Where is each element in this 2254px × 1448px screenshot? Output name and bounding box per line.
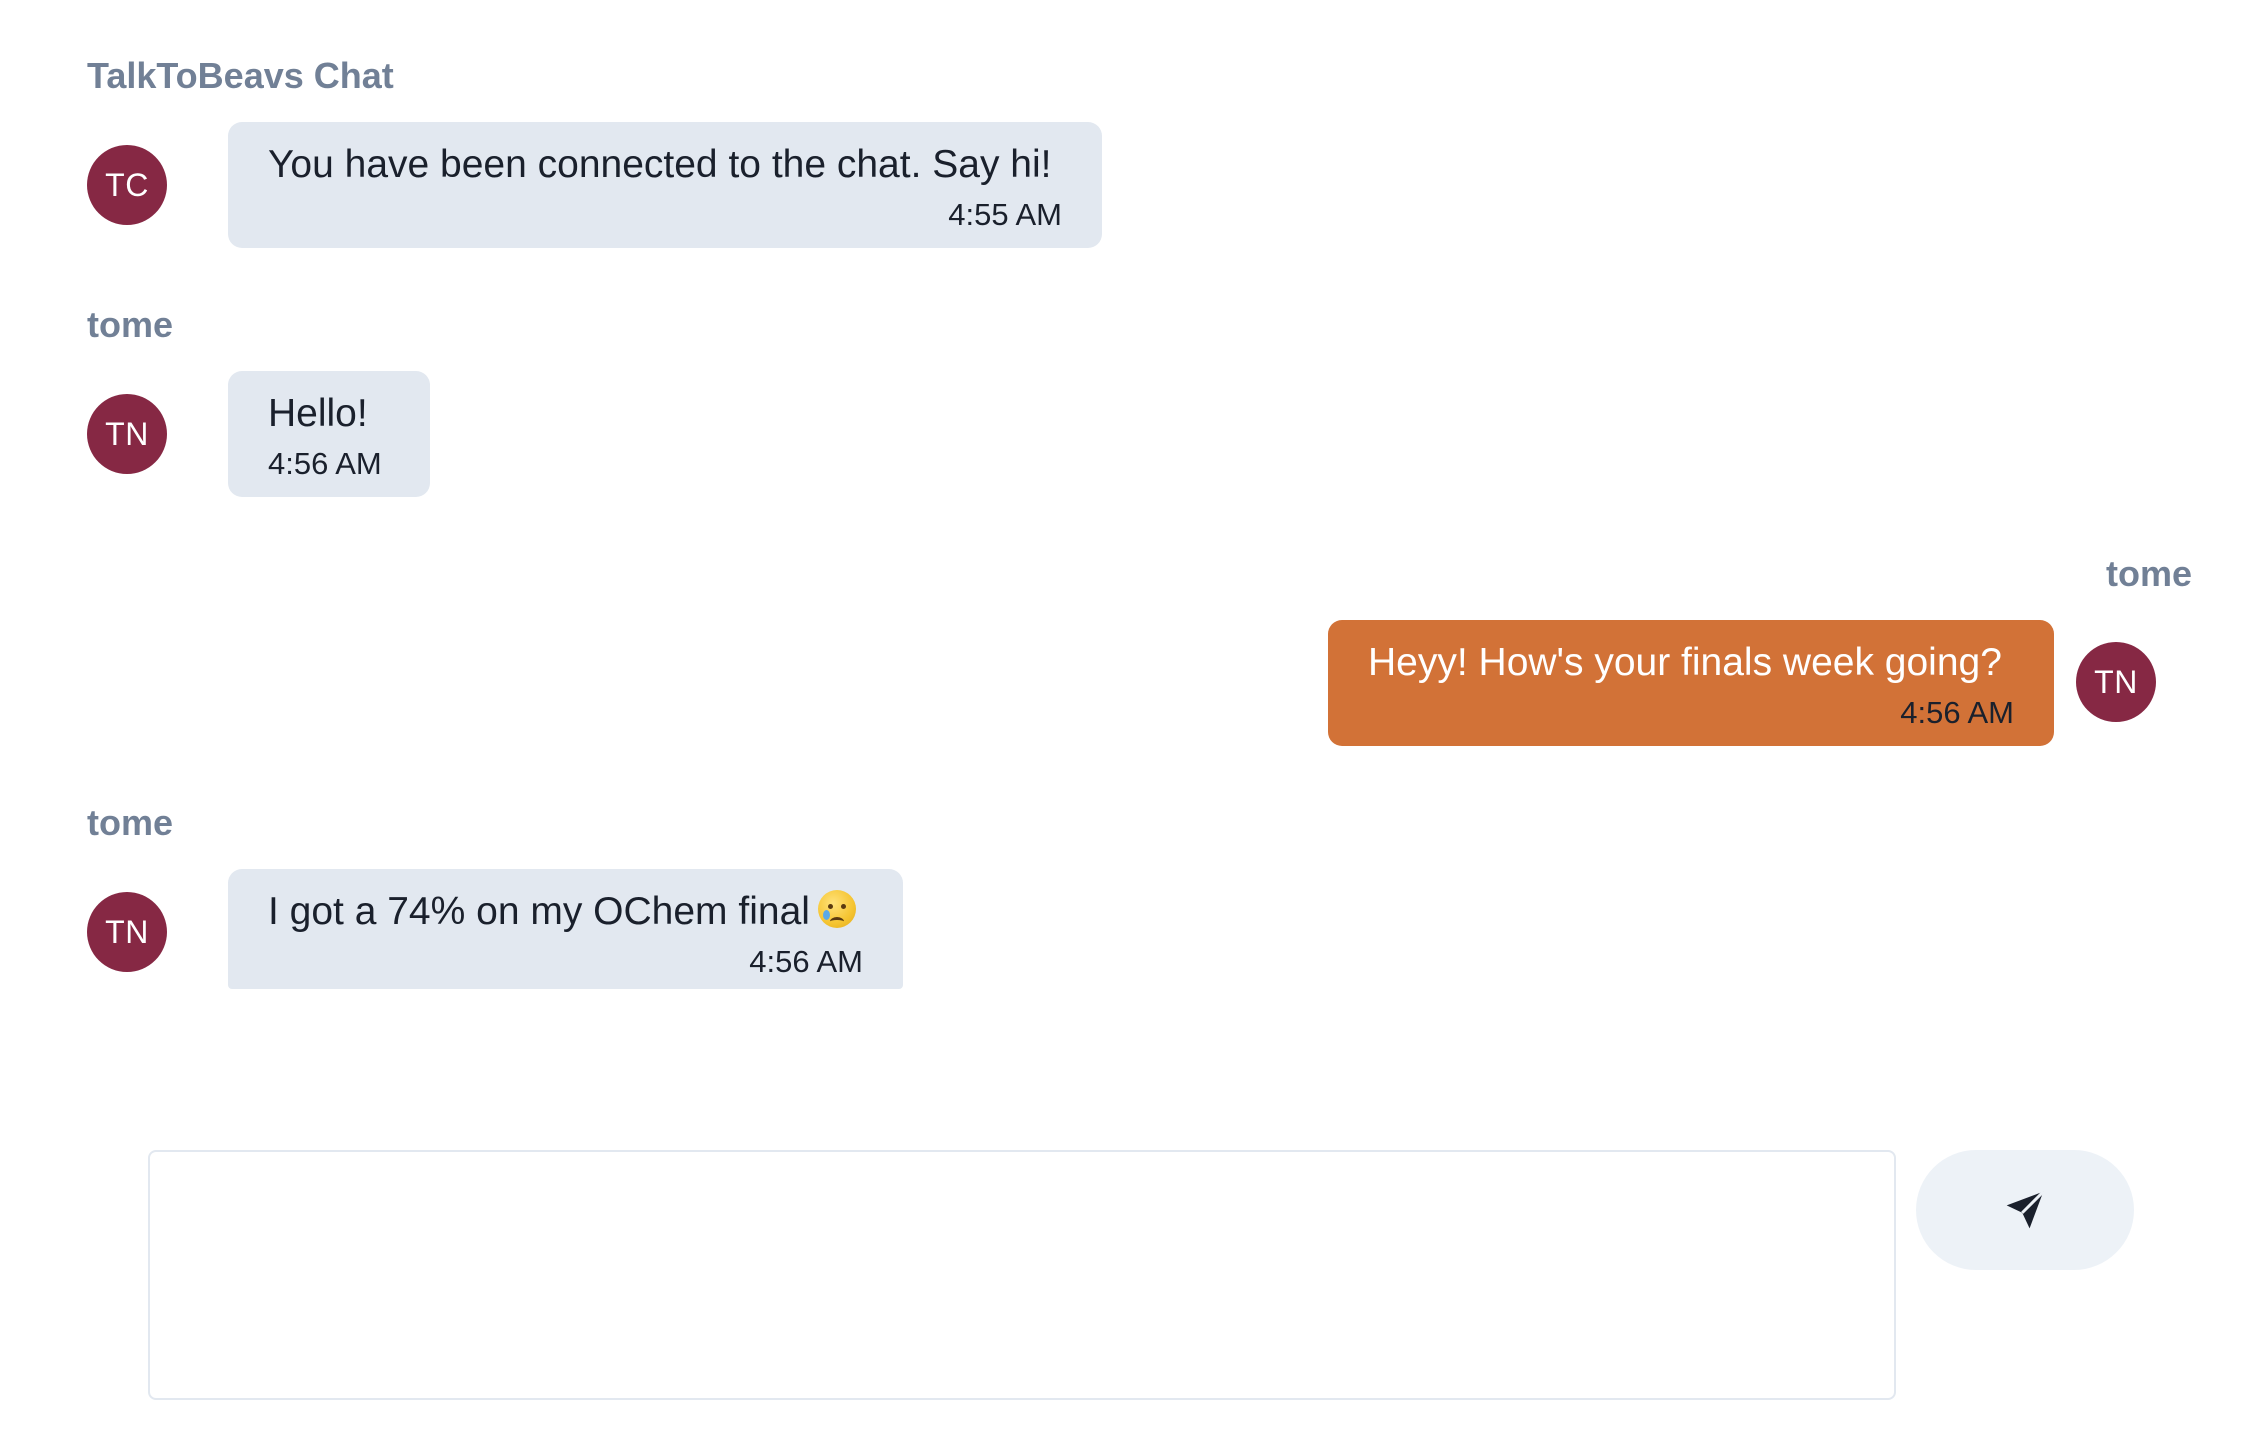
sender-name: tome <box>2106 553 2193 594</box>
message-bubble-outgoing: Heyy! How's your finals week going? 4:56… <box>1328 620 2054 746</box>
avatar: TN <box>2076 642 2156 722</box>
message-text-content: I got a 74% on my OChem final <box>268 890 810 933</box>
sender-name: tome <box>87 304 174 345</box>
crying-face-emoji-icon <box>817 890 856 928</box>
sender-name: TalkToBeavs Chat <box>87 55 394 96</box>
message-timestamp: 4:56 AM <box>1900 695 2014 730</box>
avatar: TN <box>87 394 167 474</box>
message-input[interactable] <box>148 1150 1896 1400</box>
message-timestamp: 4:55 AM <box>948 197 1062 232</box>
message-bubble: You have been connected to the chat. Say… <box>228 122 1102 248</box>
message-timestamp: 4:56 AM <box>268 446 382 481</box>
message-text: Heyy! How's your finals week going? <box>1368 641 2002 684</box>
message-bubble: Hello! 4:56 AM <box>228 371 430 497</box>
message-text: You have been connected to the chat. Say… <box>268 143 1052 186</box>
avatar: TC <box>87 145 167 225</box>
send-button[interactable] <box>1916 1150 2134 1270</box>
message-text: Hello! <box>268 392 368 435</box>
message-text: I got a 74% on my OChem final <box>268 887 863 937</box>
sender-name: tome <box>87 802 174 843</box>
message-bubble: I got a 74% on my OChem final 4:56 AM <box>228 869 903 989</box>
message-timestamp: 4:56 AM <box>749 944 863 979</box>
avatar: TN <box>87 892 167 972</box>
send-icon <box>2006 1190 2045 1229</box>
